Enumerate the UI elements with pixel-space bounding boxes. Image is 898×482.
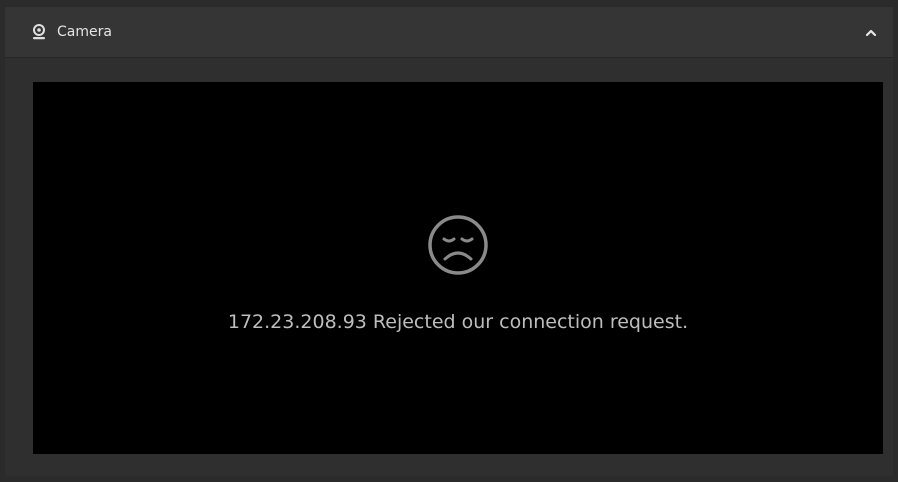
panel-header[interactable]: Camera <box>5 7 893 58</box>
chevron-up-icon <box>865 29 877 37</box>
camera-icon <box>31 24 47 40</box>
camera-viewport: 172.23.208.93 Rejected our connection re… <box>33 82 883 454</box>
sad-face-icon <box>418 205 498 285</box>
camera-panel: Camera 172.23.208.93 Rejected our connec… <box>5 7 893 476</box>
connection-error-message: 172.23.208.93 Rejected our connection re… <box>227 311 689 333</box>
collapse-button[interactable] <box>859 21 883 45</box>
page: Camera 172.23.208.93 Rejected our connec… <box>0 0 898 482</box>
panel-title: Camera <box>57 24 112 40</box>
